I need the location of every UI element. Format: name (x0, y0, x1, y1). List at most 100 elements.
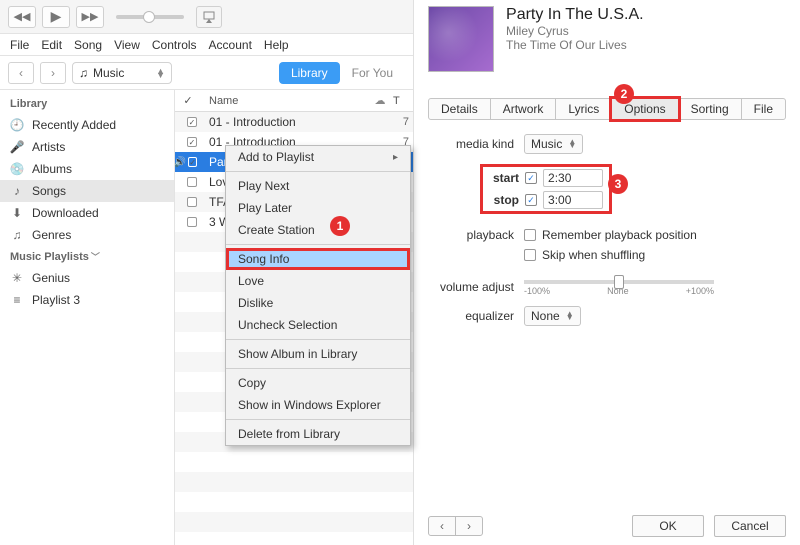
sidebar-item-label: Albums (32, 162, 72, 176)
speaker-icon: 🔊 (175, 157, 186, 168)
ctx-delete[interactable]: Delete from Library (226, 423, 410, 445)
menu-help[interactable]: Help (264, 38, 289, 52)
label-remember: Remember playback position (542, 228, 697, 242)
sidebar-item-label: Playlist 3 (32, 293, 80, 307)
menu-song[interactable]: Song (74, 38, 102, 52)
sidebar-item-playlist3[interactable]: ≡ Playlist 3 (0, 289, 174, 311)
album-artwork (428, 6, 494, 72)
sidebar-item-downloaded[interactable]: ⬇ Downloaded (0, 202, 174, 224)
itunes-window: ◀◀ ▶ ▶▶ File Edit Song View Controls Acc… (0, 0, 414, 545)
label-media-kind: media kind (428, 137, 524, 151)
sidebar-head-playlists[interactable]: Music Playlists﹀ (0, 246, 174, 267)
menu-file[interactable]: File (10, 38, 29, 52)
ok-button[interactable]: OK (632, 515, 704, 537)
col-name[interactable]: Name (201, 95, 367, 107)
start-time-input[interactable]: 2:30 (543, 169, 603, 187)
tab-lyrics[interactable]: Lyrics (555, 98, 612, 120)
column-header: ✓ Name ☁ T (175, 90, 413, 112)
tab-details[interactable]: Details (428, 98, 491, 120)
sidebar-item-label: Artists (32, 140, 65, 154)
menubar: File Edit Song View Controls Account Hel… (0, 34, 413, 56)
play-button[interactable]: ▶ (42, 6, 70, 28)
table-row[interactable]: ✓01 - Introduction7 (175, 112, 413, 132)
genius-icon: ✳ (10, 271, 24, 285)
menu-controls[interactable]: Controls (152, 38, 197, 52)
start-stop-box: start ✓ 2:30 stop ✓ 3:00 (480, 164, 612, 214)
marker-3: 3 (608, 174, 628, 194)
info-tabs: Details Artwork Lyrics Options Sorting F… (428, 98, 786, 120)
mic-icon: 🎤 (10, 140, 24, 154)
start-checkbox[interactable]: ✓ (525, 172, 537, 184)
genre-icon: ♫ (10, 228, 24, 242)
next-item-button[interactable]: › (455, 516, 483, 536)
menu-view[interactable]: View (114, 38, 140, 52)
ctx-uncheck[interactable]: Uncheck Selection (226, 314, 410, 336)
cancel-button[interactable]: Cancel (714, 515, 786, 537)
sidebar-item-label: Genius (32, 271, 70, 285)
equalizer-select[interactable]: None▲▼ (524, 306, 581, 326)
ctx-show-explorer[interactable]: Show in Windows Explorer (226, 394, 410, 416)
prev-track-button[interactable]: ◀◀ (8, 6, 36, 28)
menu-account[interactable]: Account (209, 38, 252, 52)
stop-time-input[interactable]: 3:00 (543, 191, 603, 209)
next-track-button[interactable]: ▶▶ (76, 6, 104, 28)
menu-edit[interactable]: Edit (41, 38, 62, 52)
sidebar-item-label: Songs (32, 184, 66, 198)
sidebar-item-genres[interactable]: ♫ Genres (0, 224, 174, 246)
sidebar-item-recently-added[interactable]: 🕘Recently Added (0, 114, 174, 136)
ctx-play-next[interactable]: Play Next (226, 175, 410, 197)
sidebar-item-albums[interactable]: 💿Albums (0, 158, 174, 180)
skip-shuffle-checkbox[interactable] (524, 249, 536, 261)
remember-position-checkbox[interactable] (524, 229, 536, 241)
label-volume-adjust: volume adjust (428, 280, 524, 294)
chevron-right-icon: ▸ (393, 152, 398, 163)
ctx-love[interactable]: Love (226, 270, 410, 292)
back-button[interactable]: ‹ (8, 62, 34, 84)
airplay-icon (202, 11, 216, 23)
tab-library[interactable]: Library (279, 62, 340, 84)
playlist-icon: ≡ (10, 293, 24, 307)
music-note-icon: ♫ (79, 66, 88, 80)
volume-slider[interactable] (116, 15, 184, 19)
note-icon: ♪ (10, 184, 24, 198)
context-menu: Add to Playlist▸ Play Next Play Later Cr… (225, 145, 411, 446)
titlebar: ◀◀ ▶ ▶▶ (0, 0, 413, 34)
ctx-show-album[interactable]: Show Album in Library (226, 343, 410, 365)
label-stop: stop (485, 193, 519, 207)
stop-checkbox[interactable]: ✓ (525, 194, 537, 206)
chevron-down-icon: ﹀ (91, 252, 100, 262)
tab-artwork[interactable]: Artwork (490, 98, 557, 120)
tab-for-you[interactable]: For You (340, 62, 405, 84)
ctx-create-station[interactable]: Create Station (226, 219, 410, 241)
cloud-icon[interactable]: ☁ (367, 94, 393, 107)
sidebar: Library 🕘Recently Added 🎤 Artists 💿Albums… (0, 90, 175, 545)
tab-file[interactable]: File (741, 98, 786, 120)
ctx-copy[interactable]: Copy (226, 372, 410, 394)
col-check[interactable]: ✓ (175, 94, 201, 107)
ctx-play-later[interactable]: Play Later (226, 197, 410, 219)
sidebar-item-genius[interactable]: ✳ Genius (0, 267, 174, 289)
tab-sorting[interactable]: Sorting (678, 98, 742, 120)
source-select[interactable]: ♫ Music ▲▼ (72, 62, 172, 84)
ctx-add-to-playlist[interactable]: Add to Playlist▸ (226, 146, 410, 168)
ctx-song-info[interactable]: Song Info (226, 248, 410, 270)
label-playback: playback (428, 228, 524, 242)
sidebar-item-label: Recently Added (32, 118, 116, 132)
forward-button[interactable]: › (40, 62, 66, 84)
sidebar-item-label: Genres (32, 228, 71, 242)
sidebar-item-songs[interactable]: ♪ Songs (0, 180, 174, 202)
media-kind-select[interactable]: Music▲▼ (524, 134, 583, 154)
volume-adjust-slider[interactable] (524, 280, 714, 284)
song-info-dialog: Party In The U.S.A. Miley Cyrus The Time… (414, 0, 800, 545)
sidebar-item-label: Downloaded (32, 206, 99, 220)
sidebar-item-artists[interactable]: 🎤 Artists (0, 136, 174, 158)
prev-item-button[interactable]: ‹ (428, 516, 456, 536)
download-icon: ⬇ (10, 206, 24, 220)
airplay-button[interactable] (196, 6, 222, 28)
track-artist: Miley Cyrus (506, 24, 644, 38)
ctx-dislike[interactable]: Dislike (226, 292, 410, 314)
track-album: The Time Of Our Lives (506, 38, 644, 52)
source-label: Music (93, 66, 124, 80)
sidebar-head-library: Library (0, 94, 174, 114)
col-time[interactable]: T (393, 95, 413, 107)
